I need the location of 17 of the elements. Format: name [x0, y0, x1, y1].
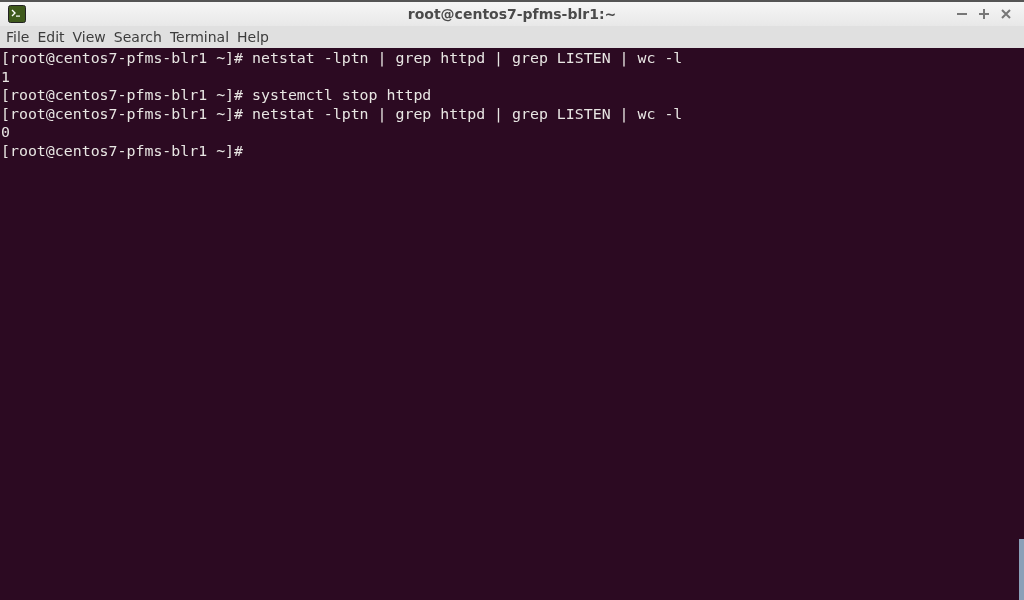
window-title: root@centos7-pfms-blr1:~ — [407, 6, 617, 22]
terminal-line: [root@centos7-pfms-blr1 ~]# netstat -lptn | grep httpd | grep LISTEN | wc -l — [0, 49, 684, 68]
scrollbar-thumb[interactable] — [1019, 539, 1024, 600]
terminal-line: 1 — [0, 67, 11, 87]
menu-item[interactable]: Edit — [33, 28, 69, 46]
menu-item[interactable]: Terminal — [165, 28, 234, 46]
menu-item[interactable]: Search — [109, 28, 166, 46]
terminal-line: [root@centos7-pfms-blr1 ~]# netstat -lptn | grep httpd | grep LISTEN | wc -l — [0, 104, 684, 124]
terminal-line: [root@centos7-pfms-blr1 ~]# systemctl stop httpd — [0, 86, 433, 105]
close-icon[interactable] — [1000, 8, 1012, 20]
menu-item[interactable]: File — [2, 28, 34, 46]
terminal-icon — [8, 5, 26, 23]
terminal-line: [root@centos7-pfms-blr1 ~]# — [0, 141, 245, 161]
maximize-icon[interactable] — [978, 8, 990, 20]
terminal-line: 0 — [0, 123, 11, 142]
menu-item[interactable]: View — [68, 28, 110, 46]
menu-item[interactable]: Help — [233, 28, 273, 46]
